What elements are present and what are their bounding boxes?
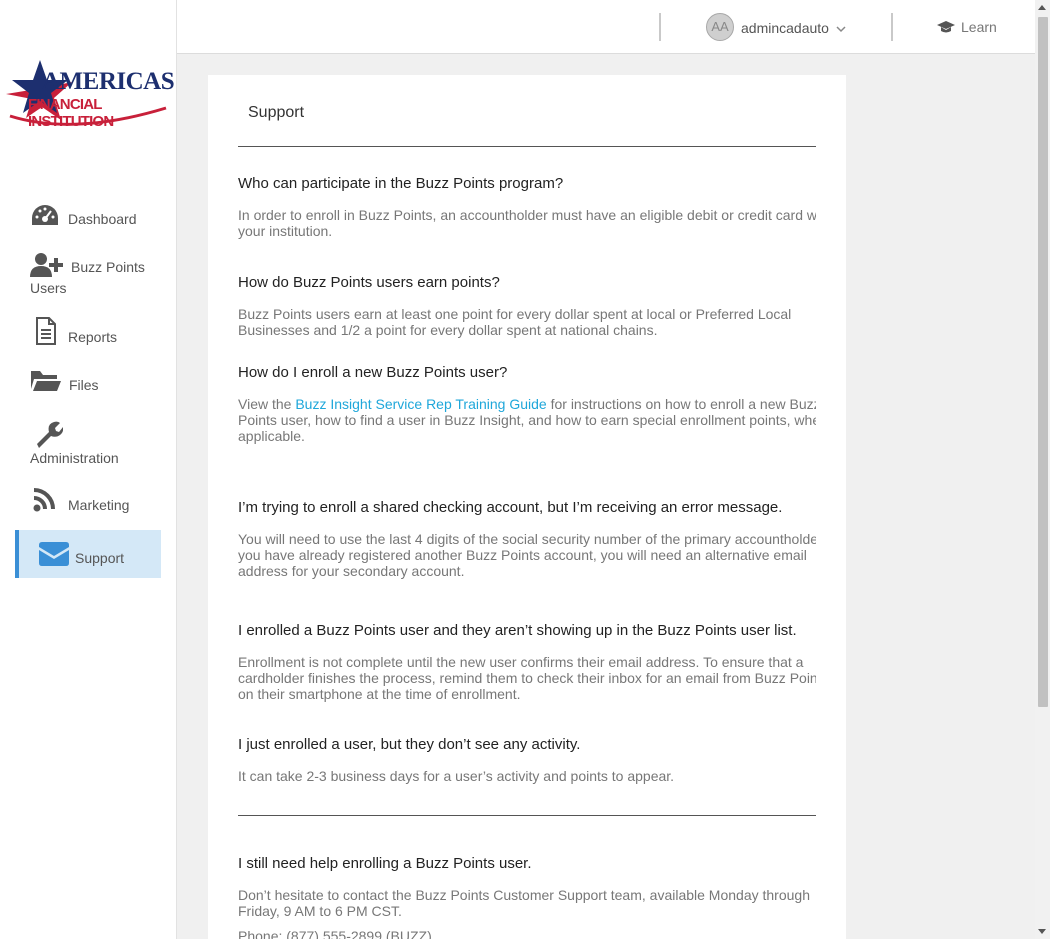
answer-line: cardholder finishes the process, remind … [238,670,816,686]
user-plus-icon [30,253,63,277]
sidebar-item-label: Support [75,550,125,566]
sidebar-item-support[interactable]: Support [15,530,161,578]
envelope-icon [39,542,69,566]
answer-line: You will need to use the last 4 digits o… [238,531,816,547]
wrench-icon [37,421,63,448]
scroll-up-arrow-icon[interactable] [1038,5,1046,10]
answer-line: Friday, 9 AM to 6 PM CST. [238,903,402,919]
faq-answer: In order to enroll in Buzz Points, an ac… [238,207,816,239]
answer-line: It can take 2-3 business days for a user… [238,768,675,784]
faq-answer: You will need to use the last 4 digits o… [238,531,816,579]
sidebar-item-reports[interactable]: Reports [15,317,161,345]
faq-list: Who can participate in the Buzz Points p… [238,75,816,939]
answer-line: address for your secondary account. [238,563,465,579]
answer-line: Buzz Points users earn at least one poin… [238,306,792,322]
answer-line: Don’t hesitate to contact the Buzz Point… [238,887,810,903]
answer-line: In order to enroll in Buzz Points, an ac… [238,207,816,223]
faq-answer: View the Buzz Insight Service Rep Traini… [238,396,816,444]
sidebar-item-marketing[interactable]: Marketing [15,487,161,513]
sidebar-item-label: Reports [68,329,118,345]
answer-text: View the [238,396,296,412]
top-bar: AA admincadauto Learn [177,0,1035,54]
faq-question: I just enrolled a user, but they don’t s… [238,736,581,753]
user-menu[interactable]: admincadauto [741,20,829,36]
answer-line: on their smartphone at the time of enrol… [238,686,521,702]
faq-question: How do Buzz Points users earn points? [238,274,500,291]
graduation-cap-icon [937,21,955,33]
header-divider [891,13,893,41]
avatar[interactable]: AA [706,13,734,41]
training-guide-link[interactable]: Buzz Insight Service Rep Training Guide [295,396,546,412]
folder-open-icon [31,371,61,391]
sidebar-item-label: Administration [30,450,119,466]
learn-link[interactable]: Learn [937,19,997,35]
help-question: I still need help enrolling a Buzz Point… [238,855,532,872]
faq-question: I enrolled a Buzz Points user and they a… [238,622,797,639]
rss-icon [33,488,55,512]
answer-line: Points user, how to find a user in Buzz … [238,412,816,428]
faq-question: I’m trying to enroll a shared checking a… [238,499,783,516]
logo-line1: AMERICAS [42,68,175,95]
answer-line: View the Buzz Insight Service Rep Traini… [238,396,816,412]
sidebar-item-buzz-points-users[interactable]: Buzz Points Users [15,252,155,298]
scroll-down-arrow-icon[interactable] [1038,929,1046,934]
logo-line2: FINANCIAL INSTITUTION [28,96,114,130]
answer-line: Businesses and 1/2 a point for every dol… [238,322,658,338]
sidebar: AMERICAS FINANCIAL INSTITUTION Dashboard… [0,0,177,939]
sidebar-item-label: Marketing [68,497,130,513]
answer-line: your institution. [238,223,333,239]
answer-line: applicable. [238,428,305,444]
faq-answer: It can take 2-3 business days for a user… [238,768,674,784]
institution-logo[interactable]: AMERICAS FINANCIAL INSTITUTION [4,58,175,132]
faq-answer: Enrollment is not complete until the new… [238,654,816,702]
help-answer: Don’t hesitate to contact the Buzz Point… [238,887,810,919]
chevron-down-icon[interactable] [836,24,846,34]
document-icon [36,317,56,345]
header-divider [659,13,661,41]
sidebar-item-files[interactable]: Files [15,367,161,393]
divider [238,815,816,816]
answer-text: for instructions on how to enroll a new … [546,396,816,412]
answer-line: Enrollment is not complete until the new… [238,654,804,670]
faq-answer: Buzz Points users earn at least one poin… [238,306,791,338]
sidebar-item-label: Files [69,377,99,393]
page-scrollbar[interactable] [1035,0,1050,939]
faq-question: Who can participate in the Buzz Points p… [238,175,564,192]
sidebar-item-dashboard[interactable]: Dashboard [15,203,161,227]
scrollbar-thumb[interactable] [1038,17,1048,707]
sidebar-item-administration[interactable]: Administration [15,420,161,468]
faq-question: How do I enroll a new Buzz Points user? [238,364,508,381]
learn-label: Learn [961,19,997,35]
support-card: Support Who can participate in the Buzz … [208,75,846,939]
help-phone: Phone: (877) 555-2899 (BUZZ) [238,928,432,939]
answer-line: you have already registered another Buzz… [238,547,807,563]
sidebar-item-label: Dashboard [68,211,137,227]
dashboard-icon [32,205,58,225]
